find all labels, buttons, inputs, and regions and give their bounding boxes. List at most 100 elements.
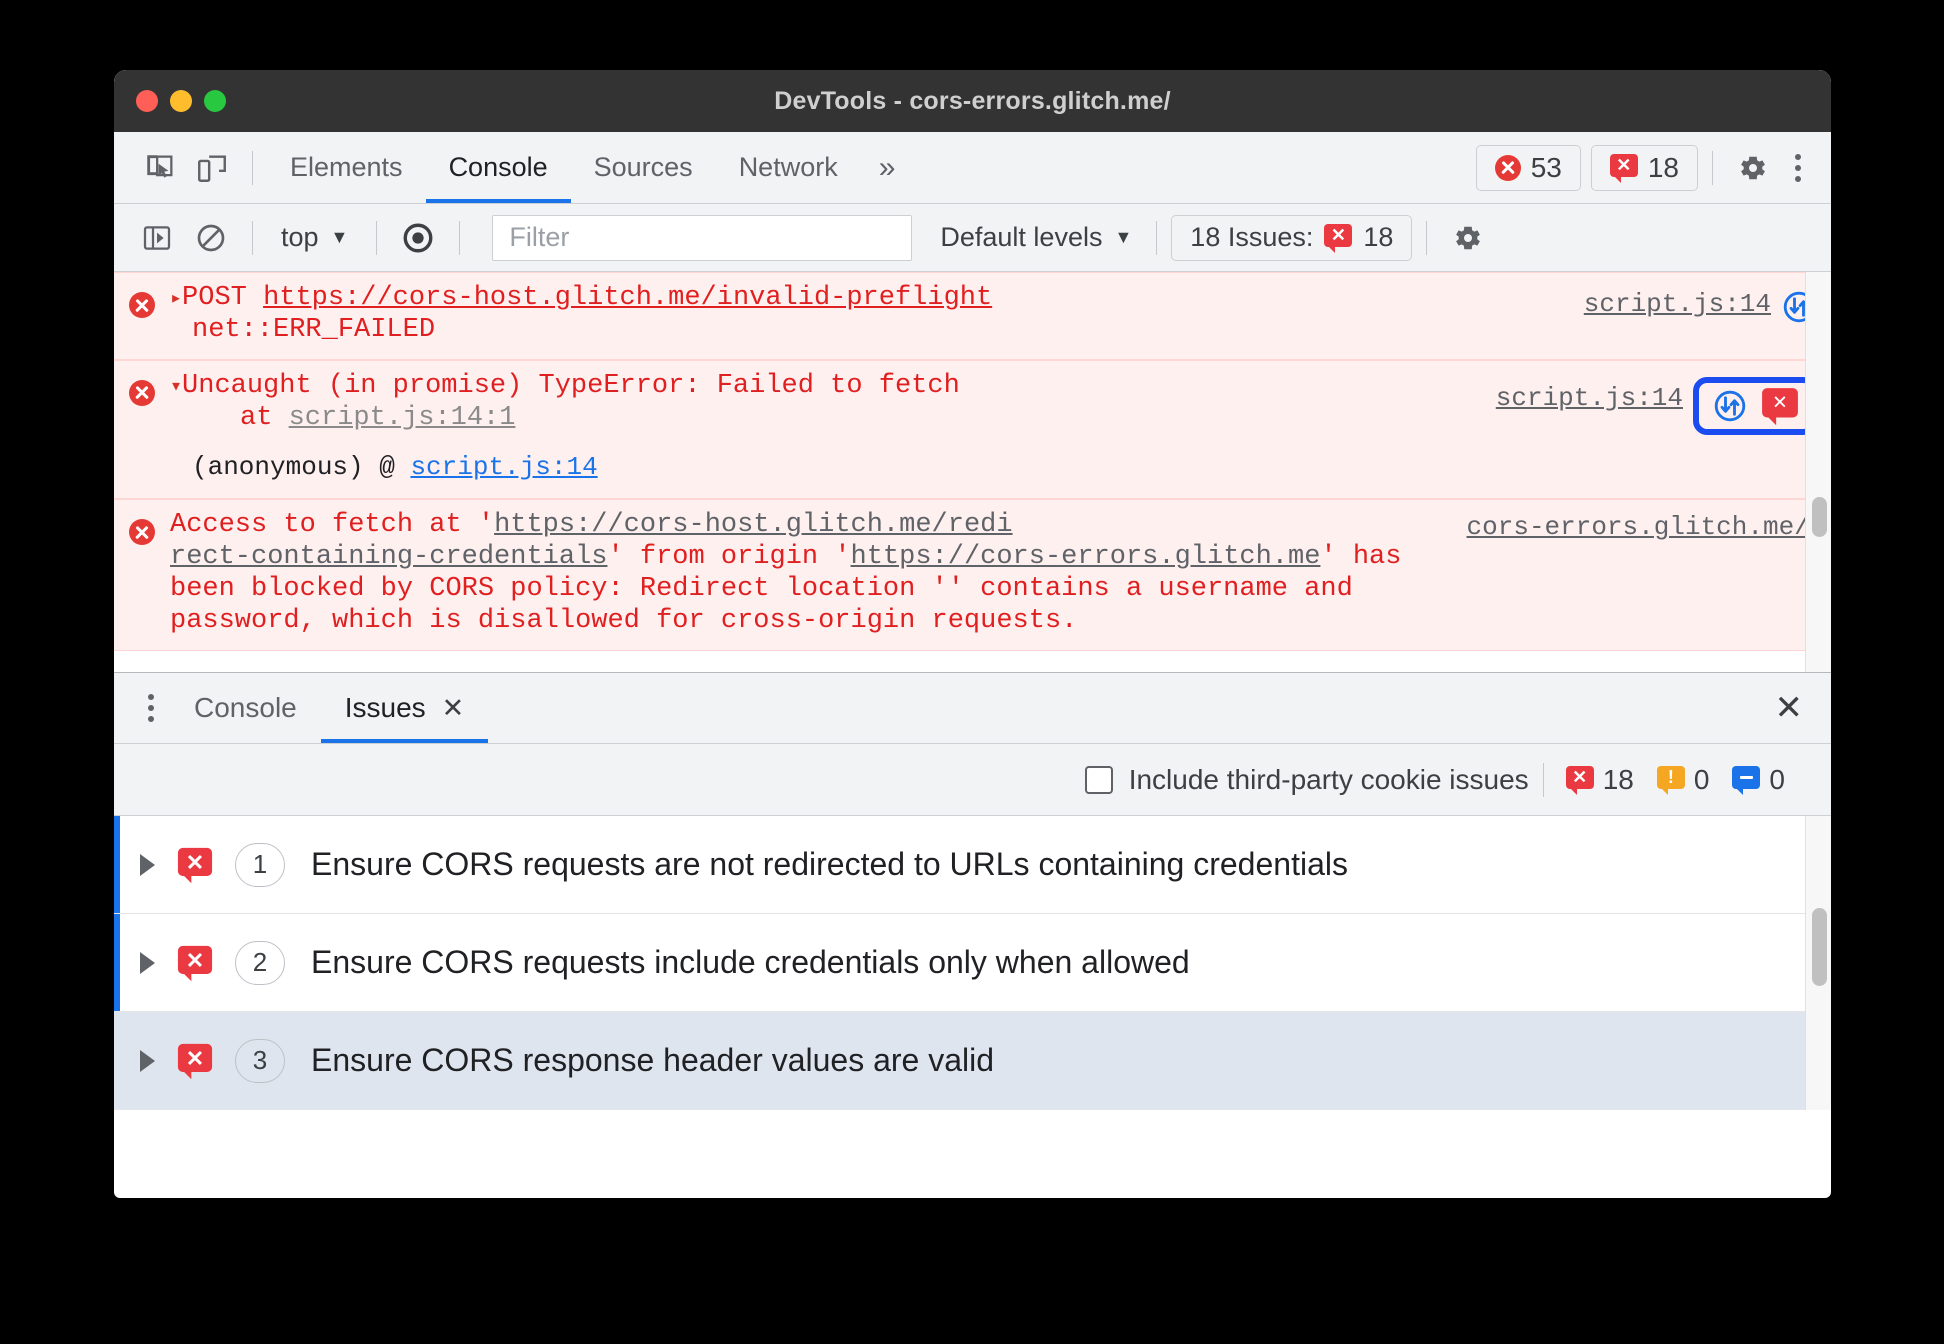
third-party-cookie-label: Include third-party cookie issues [1128,763,1529,795]
message-3-line-4: password, which is disallowed for cross-… [170,606,1078,637]
inspect-element-icon [147,154,173,178]
clear-console-icon [197,224,225,251]
console-issues-button[interactable]: 18 Issues: ✕ 18 [1171,214,1413,261]
message-severity-icon-cell-2 [114,371,170,483]
main-menu-button[interactable] [1779,153,1817,182]
issue-bubble-icon-msg2[interactable]: ✕ [1762,387,1798,425]
message-content-2: ▾Uncaught (in promise) TypeError: Failed… [170,371,1496,483]
clear-console-button[interactable] [184,215,238,261]
console-toolbar-divider-1 [252,220,253,255]
console-toolbar-divider-5 [1426,220,1428,255]
issue-count-pill-2: 2 [235,940,285,985]
message-source-link-2[interactable]: script.js:14 [1496,383,1683,413]
close-drawer-button[interactable]: ✕ [1763,688,1816,728]
console-settings-button[interactable] [1441,215,1495,261]
message-line-2: net::ERR_FAILED [192,314,436,345]
message-source-link[interactable]: script.js:14 [1584,289,1771,319]
console-message-row[interactable]: ▸POST https://cors-host.glitch.me/invali… [114,272,1831,360]
request-method: POST [182,283,247,313]
issue-row-2[interactable]: ✕ 2 Ensure CORS requests include credent… [114,914,1831,1012]
more-tabs-button[interactable]: » [861,151,908,185]
console-message-row-2[interactable]: ▾Uncaught (in promise) TypeError: Failed… [114,359,1831,500]
console-scrollbar-thumb[interactable] [1812,497,1827,537]
console-scrollbar[interactable] [1805,272,1831,672]
console-error-count-badge[interactable]: 53 [1475,144,1581,191]
tab-elements[interactable]: Elements [267,132,426,203]
issue-title-2: Ensure CORS requests include credentials… [311,944,1190,980]
network-request-icon-2[interactable] [1712,388,1748,424]
error-issue-count: 18 [1602,763,1634,795]
issues-count-badge[interactable]: ✕ 18 [1590,144,1698,191]
issues-list-scrollbar-thumb[interactable] [1812,908,1827,986]
expand-arrow-icon-1[interactable] [140,853,155,876]
issue-title-1: Ensure CORS requests are not redirected … [311,846,1348,882]
window-title: DevTools - cors-errors.glitch.me/ [774,86,1171,115]
stack-frame-link[interactable]: script.js:14 [410,452,597,482]
error-circle-icon-msg1 [129,292,155,318]
console-message-row-3[interactable]: Access to fetch at 'https://cors-host.gl… [114,499,1831,651]
message-content-3: Access to fetch at 'https://cors-host.gl… [170,510,1831,637]
issue-row-3[interactable]: ✕ 3 Ensure CORS response header values a… [114,1012,1831,1110]
expand-arrow-icon-3[interactable] [140,1049,155,1072]
highlighted-icon-group: ✕ [1693,376,1817,435]
expand-arrow-icon-2[interactable] [140,951,155,974]
error-count-value: 53 [1530,151,1562,183]
console-toolbar-divider-3 [459,220,461,255]
request-url-link[interactable]: https://cors-host.glitch.me/invalid-pref… [263,283,992,313]
chevron-down-icon: ▼ [330,227,349,247]
cors-url-part-1[interactable]: https://cors-host.glitch.me/redi [494,510,1012,540]
tab-network[interactable]: Network [716,132,861,203]
drawer-tab-issues-label: Issues [344,692,426,723]
expand-arrow-icon[interactable]: ▸ [170,288,182,311]
issue-row-1[interactable]: ✕ 1 Ensure CORS requests are not redirec… [114,816,1831,914]
tab-sources[interactable]: Sources [571,132,716,203]
third-party-cookie-checkbox-row[interactable]: Include third-party cookie issues [1084,763,1529,796]
execution-context-selector[interactable]: top ▼ [267,222,362,253]
issue-title-3: Ensure CORS response header values are v… [311,1042,995,1078]
message-3-line-2: rect-containing-credentials' from origin… [170,542,1821,574]
console-toolbar-divider-4 [1156,220,1158,255]
message-2-line-1: ▾Uncaught (in promise) TypeError: Failed… [170,371,1486,403]
collapse-arrow-icon[interactable]: ▾ [170,376,182,399]
toolbar-divider [252,150,253,185]
drawer-tab-issues[interactable]: Issues ✕ [320,673,489,743]
message-2-stack-at: at script.js:14:1 [170,403,1486,435]
drawer-tab-console[interactable]: Console [170,673,321,743]
drawer-tabbar: Console Issues ✕ ✕ [114,672,1831,744]
device-toolbar-icon [198,154,226,182]
log-levels-selector[interactable]: Default levels ▼ [930,222,1142,253]
stack-at-link[interactable]: script.js:14:1 [289,403,516,433]
console-filter-input[interactable]: Filter [492,214,913,261]
live-expression-button[interactable] [391,215,445,261]
issues-list-scrollbar[interactable] [1805,816,1831,1110]
issue-bubble-error-icon-3: ✕ [177,1043,213,1079]
issues-list: ✕ 1 Ensure CORS requests are not redirec… [114,816,1831,1110]
message-source-link-3[interactable]: cors-errors.glitch.me/:1 [1467,512,1831,542]
screenshot-root: DevTools - cors-errors.glitch.me/ Elemen… [0,0,1944,1344]
drawer-menu-button[interactable] [132,694,170,722]
settings-button[interactable] [1727,142,1779,194]
third-party-cookie-checkbox[interactable] [1084,765,1113,794]
gear-icon-console [1456,226,1481,249]
devtools-window: DevTools - cors-errors.glitch.me/ Elemen… [114,70,1831,1198]
console-message-list[interactable]: ▸POST https://cors-host.glitch.me/invali… [114,272,1831,672]
issues-count-value: 18 [1647,151,1679,183]
execution-context-label: top [281,222,319,252]
window-titlebar: DevTools - cors-errors.glitch.me/ [114,70,1831,132]
console-sidebar-toggle[interactable] [130,215,184,261]
inspect-element-button[interactable] [134,142,186,194]
cors-origin-url[interactable]: https://cors-errors.glitch.me [851,542,1321,572]
cors-url-part-2[interactable]: rect-containing-credentials [170,542,607,572]
tab-console[interactable]: Console [425,132,571,203]
message-content: ▸POST https://cors-host.glitch.me/invali… [170,283,1584,347]
message-severity-icon-cell-3 [114,510,170,637]
console-sidebar-icon [143,225,171,250]
device-toolbar-button[interactable] [186,142,238,194]
close-tab-icon[interactable]: ✕ [442,693,465,724]
console-toolbar-divider-2 [376,220,378,255]
message-right-side-2: script.js:14 ✕ [1496,371,1831,483]
message-3-line-3: been blocked by CORS policy: Redirect lo… [170,574,1353,605]
gear-icon [1741,156,1765,179]
issue-count-pill-1: 1 [235,842,285,887]
issue-bubble-error-icon-2: ✕ [177,945,213,981]
